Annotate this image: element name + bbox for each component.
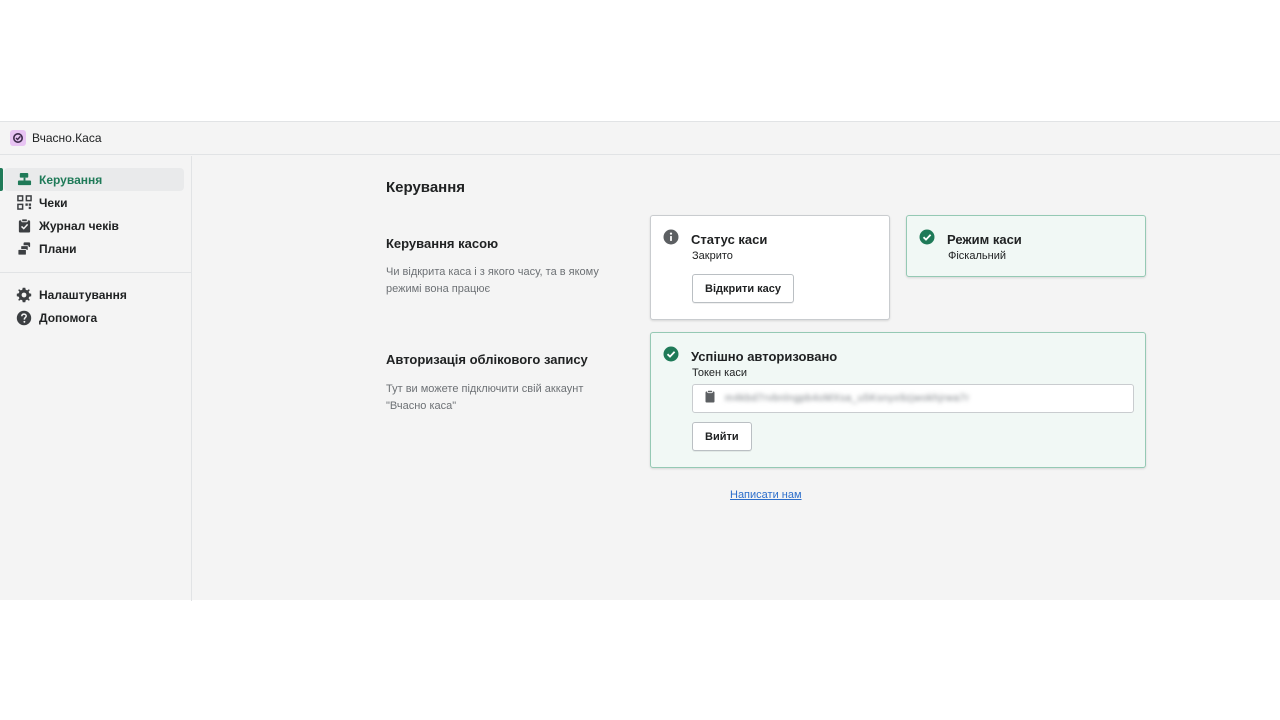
clipboard-icon [705,389,715,408]
sidebar-item-label: Допомога [39,310,98,325]
sidebar-item-receipt-log[interactable]: Журнал чеків [4,214,184,237]
open-register-button[interactable]: Відкрити касу [692,274,795,303]
sidebar-item-label: Керування [39,172,103,187]
help-icon [16,310,32,326]
card-header: Статус каси [663,229,767,250]
token-label: Токен каси [692,367,747,379]
sidebar-item-label: Налаштування [39,287,127,302]
token-value: m4kbd7rvbnlngpb4oMXsa_u5Ksnyx9zjwokhjrwa… [725,393,970,404]
qr-grid-icon [16,195,32,211]
cash-register-icon [16,172,32,188]
token-field[interactable]: m4kbd7rvbnlngpb4oMXsa_u5Ksnyx9zjwokhjrwa… [692,384,1134,413]
sidebar-item-management[interactable]: Керування [0,168,184,191]
app-window: Вчасно.Каса Керування Чеки Журнал чеків [0,121,1280,601]
sidebar-item-label: Плани [39,241,77,256]
section-desc-register: Чи відкрита каса і з якого часу, та в як… [386,266,599,295]
section-title-auth: Авторизація облікового запису [386,352,588,367]
app-title: Вчасно.Каса [32,131,102,145]
sidebar-divider [0,272,191,273]
page-title: Керування [386,179,466,196]
check-circle-icon [663,346,679,367]
app-logo-icon [10,130,26,146]
auth-card-title: Успішно авторизовано [691,349,838,364]
logout-button[interactable]: Вийти [692,422,752,451]
section-title-register: Керування касою [386,236,499,251]
sidebar-item-label: Журнал чеків [39,218,119,233]
mode-value: Фіскальний [948,250,1006,262]
info-icon [663,229,679,250]
mode-card-title: Режим каси [947,232,1022,247]
card-header: Режим каси [919,229,1022,250]
section-desc-auth: Тут ви можете підключити свій аккаунт "В… [386,383,584,412]
card-header: Успішно авторизовано [663,346,837,367]
sidebar-item-settings[interactable]: Налаштування [4,283,184,306]
register-mode-card: Режим каси Фіскальний [906,215,1146,277]
gear-icon [16,287,32,303]
sidebar: Керування Чеки Журнал чеків Плани Налашт… [0,156,192,601]
contact-us-link[interactable]: Написати нам [730,489,802,501]
sidebar-item-label: Чеки [39,195,68,210]
sidebar-item-help[interactable]: Допомога [4,306,184,329]
check-circle-icon [919,229,935,250]
clipboard-check-icon [16,218,32,234]
stack-icon [16,241,32,257]
status-value: Закрито [692,250,733,262]
top-bar: Вчасно.Каса [0,122,1280,155]
sidebar-item-plans[interactable]: Плани [4,237,184,260]
sidebar-item-receipts[interactable]: Чеки [4,191,184,214]
register-status-card: Статус каси Закрито Відкрити касу [650,215,890,320]
auth-card: Успішно авторизовано Токен каси m4kbd7rv… [650,332,1146,468]
status-card-title: Статус каси [691,232,768,247]
main-content: Керування Керування касою Чи відкрита ка… [192,156,1280,601]
